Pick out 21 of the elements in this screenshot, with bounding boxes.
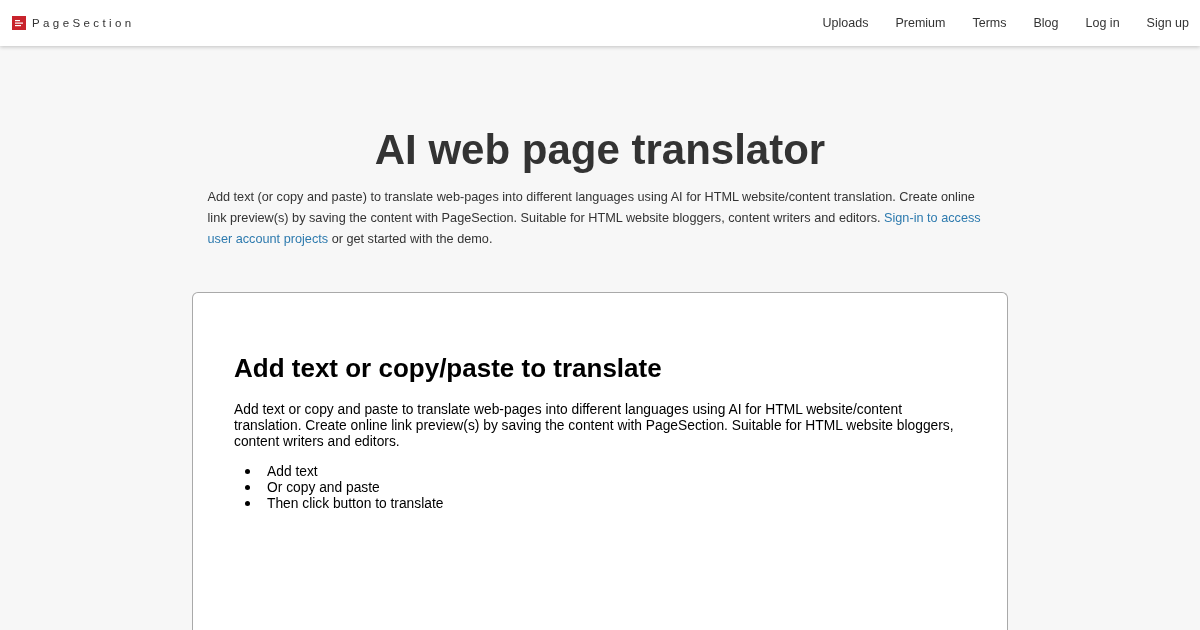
intro-text: Add text (or copy and paste) to translate web-pages into different languages using AI for HTML website/content translation. Create online link preview(s) by saving the content with PageSection. Suitable for HTML website bloggers, content writers and editors. Sign-in to access user account projects or get started with the demo.	[207, 189, 982, 248]
bullet-icon	[245, 484, 250, 490]
brand-name: PageSection	[32, 17, 135, 29]
editor-paragraph: Add text or copy and paste to translate web-pages into different languages using AI for HTML website/content translation. Create online link preview(s) by saving the content with PageSection. Suitable for HTML website bloggers, content writers and editors.	[234, 402, 955, 450]
list-item-text: Then click button to translate	[267, 495, 444, 511]
list-item-text: Add text	[267, 463, 318, 479]
list-item-text: Or copy and paste	[267, 479, 380, 495]
bullet-icon	[245, 500, 250, 506]
editor-area[interactable]	[192, 292, 1008, 630]
nav-link[interactable]: Log in	[1085, 16, 1120, 30]
bullet-icon	[245, 468, 250, 474]
nav-link[interactable]: Sign up	[1146, 16, 1189, 30]
editor-heading: Add text or copy/paste to translate	[234, 352, 663, 385]
nav-link[interactable]: Blog	[1033, 16, 1059, 30]
nav-link[interactable]: Terms	[972, 16, 1007, 30]
logo-icon	[12, 16, 26, 30]
page-title: AI web page translator	[374, 125, 826, 175]
sign-in-link[interactable]: Sign-in to access	[884, 211, 981, 225]
nav-link[interactable]: Uploads	[822, 16, 869, 30]
sign-in-link[interactable]: user account projects	[207, 232, 329, 246]
nav-link[interactable]: Premium	[895, 16, 946, 30]
